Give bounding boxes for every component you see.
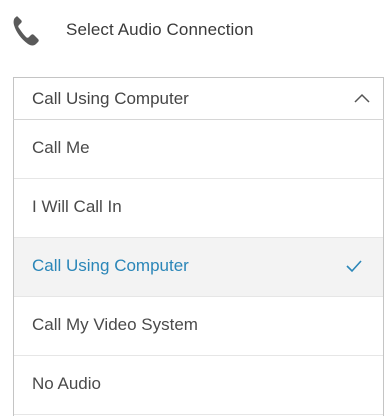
audio-connection-select[interactable]: Call Using Computer (13, 77, 384, 120)
phone-icon (13, 16, 39, 46)
chevron-up-icon[interactable] (353, 91, 371, 105)
header: Select Audio Connection (0, 0, 387, 70)
audio-connection-dropdown: Call Me I Will Call In Call Using Comput… (13, 120, 384, 416)
option-label: Call My Video System (32, 315, 198, 334)
option-call-my-video-system[interactable]: Call My Video System (14, 297, 383, 356)
option-label: No Audio (32, 374, 101, 393)
option-no-audio[interactable]: No Audio (14, 356, 383, 415)
option-i-will-call-in[interactable]: I Will Call In (14, 179, 383, 238)
check-icon (346, 260, 362, 273)
audio-connection-panel: Select Audio Connection Call Using Compu… (0, 0, 387, 416)
option-label: Call Me (32, 138, 90, 157)
page-title: Select Audio Connection (66, 20, 254, 39)
option-label: I Will Call In (32, 197, 122, 216)
option-call-using-computer[interactable]: Call Using Computer (14, 238, 383, 297)
option-call-me[interactable]: Call Me (14, 120, 383, 179)
option-label: Call Using Computer (32, 256, 189, 275)
select-value: Call Using Computer (32, 89, 189, 108)
